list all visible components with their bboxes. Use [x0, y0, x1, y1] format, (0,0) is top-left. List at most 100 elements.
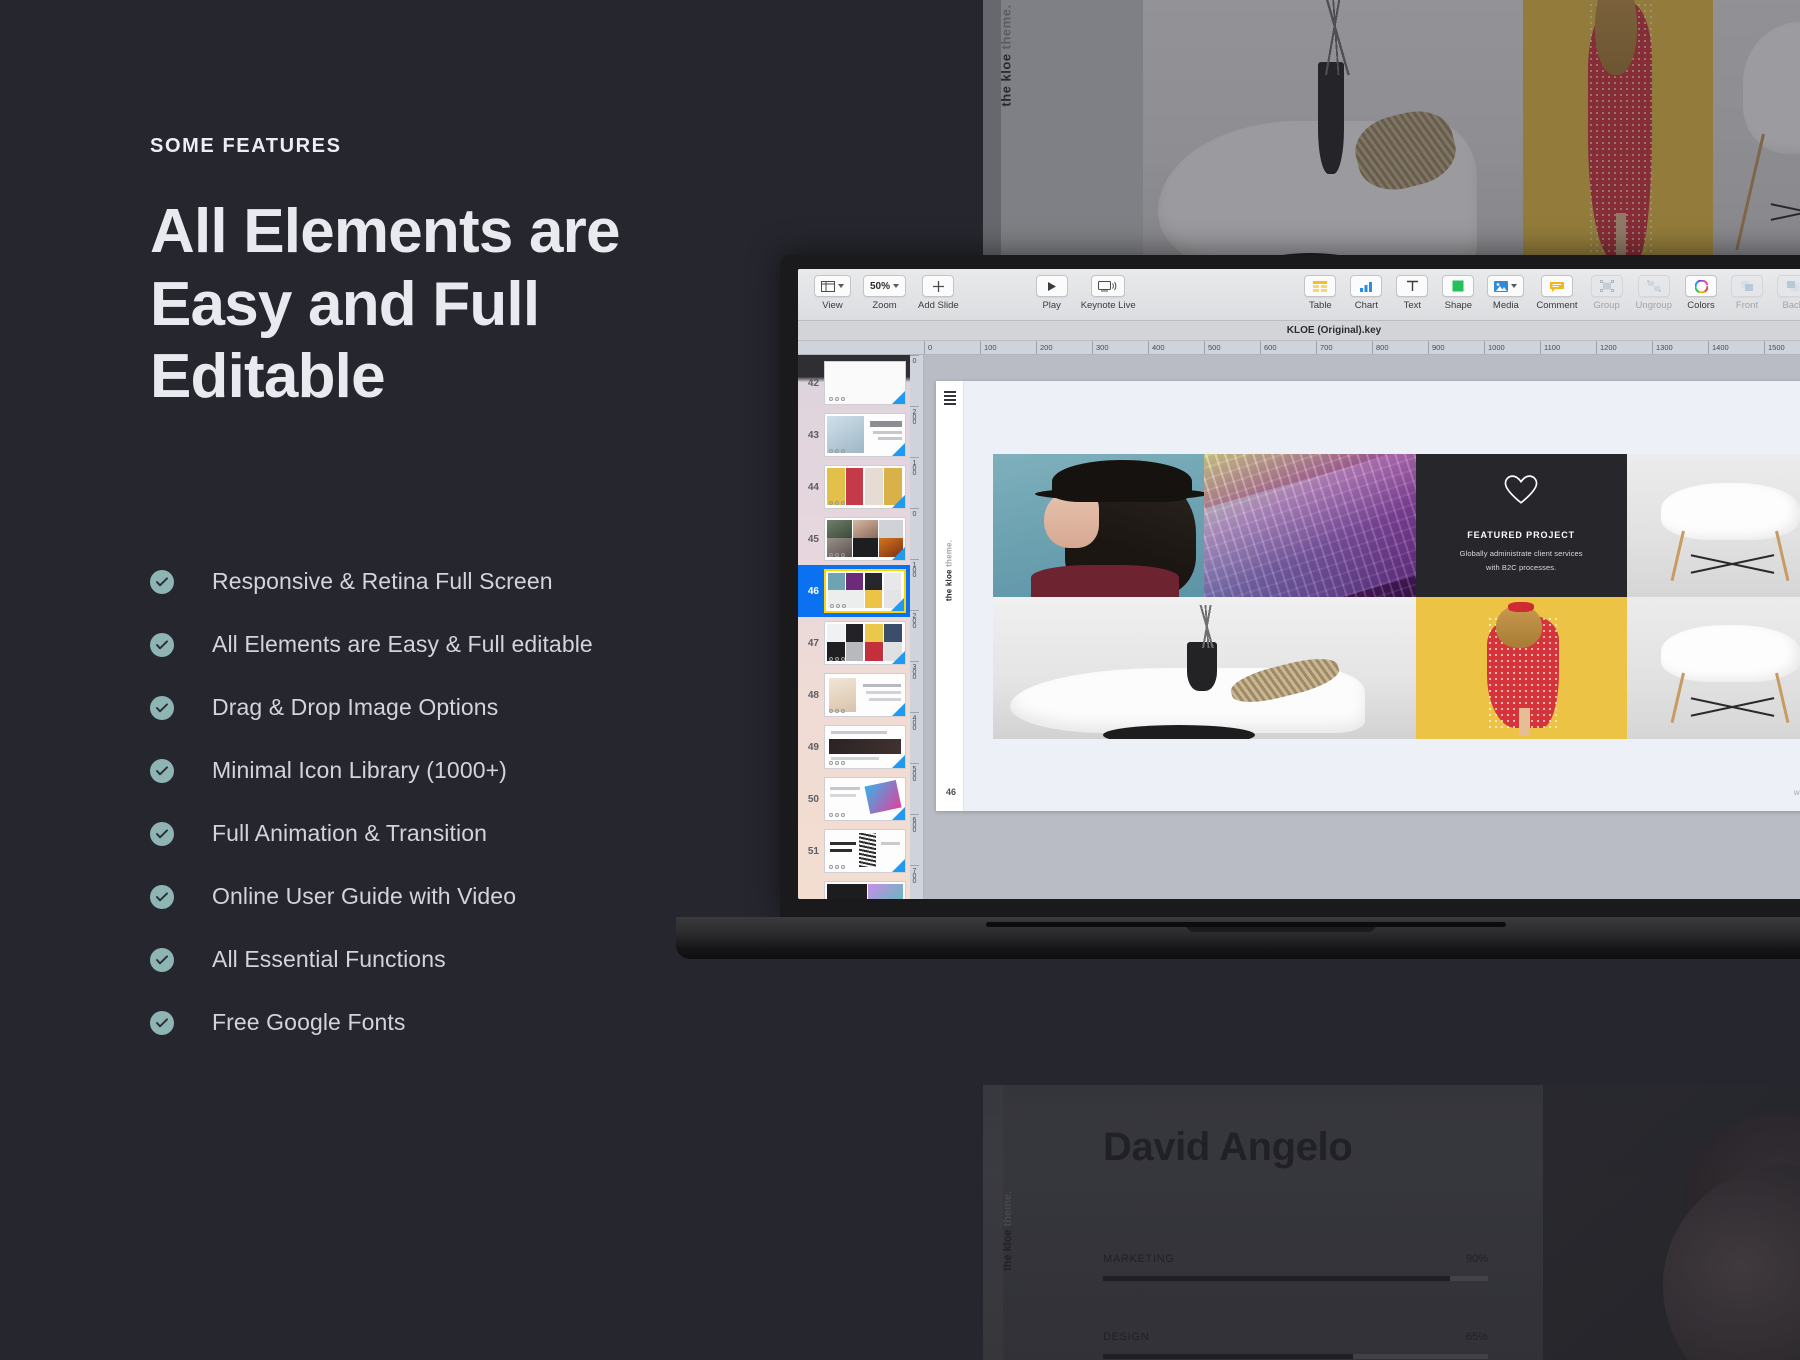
- navigator-slide-45[interactable]: 45: [798, 513, 910, 565]
- toolbar-table-button[interactable]: Table: [1297, 275, 1343, 311]
- keynote-toolbar: View 50% Zoom Add Slide Play Keynote Liv…: [798, 269, 1800, 321]
- laptop-screen: View 50% Zoom Add Slide Play Keynote Liv…: [780, 255, 1800, 917]
- navigator-thumbnail[interactable]: [824, 829, 906, 873]
- skill-label: MARKETING: [1103, 1253, 1175, 1265]
- keynote-body: 4243444546474849505152535455 02001000100…: [798, 355, 1800, 899]
- toolbar-keynote-live-button[interactable]: Keynote Live: [1075, 275, 1142, 311]
- navigator-slide-47[interactable]: 47: [798, 617, 910, 669]
- toolbar-chart-button[interactable]: Chart: [1343, 275, 1389, 311]
- ruler-tick: 500: [910, 763, 919, 814]
- document-title: KLOE (Original).key: [1286, 325, 1382, 336]
- ruler-tick: 100: [980, 341, 1036, 354]
- bottom-slide-watermark: the kloe theme.: [1002, 1156, 1014, 1306]
- navigator-thumbnail[interactable]: [824, 881, 906, 899]
- toolbar-label: Zoom: [872, 300, 897, 311]
- ruler-tick: 300: [1092, 341, 1148, 354]
- navigator-slide-43[interactable]: 43: [798, 409, 910, 461]
- toolbar-label: Play: [1042, 300, 1061, 311]
- slide-canvas[interactable]: the kloe theme. 46 websitename: [924, 355, 1800, 899]
- photo-white-chair-2[interactable]: [1626, 596, 1800, 739]
- page-title: All Elements are Easy and Full Editable: [150, 197, 620, 412]
- photo-white-chair[interactable]: [1626, 454, 1800, 597]
- ruler-tick: 0: [910, 508, 919, 559]
- skill-marketing: MARKETING 90%: [1103, 1253, 1488, 1281]
- toolbar-comment-button[interactable]: Comment: [1530, 275, 1583, 311]
- navigator-slide-44[interactable]: 44: [798, 461, 910, 513]
- send-back-icon: [1787, 281, 1799, 291]
- navigator-slide-51[interactable]: 51: [798, 825, 910, 877]
- navigator-thumbnail[interactable]: [824, 777, 906, 821]
- navigator-thumbnail[interactable]: [824, 465, 906, 509]
- ruler-tick: 1400: [1708, 341, 1764, 354]
- navigator-slide-number: 45: [807, 533, 819, 545]
- navigator-thumbnail[interactable]: [824, 413, 906, 457]
- vertical-ruler[interactable]: 0200100010020030040050060070080090010001…: [910, 355, 924, 899]
- navigator-slide-50[interactable]: 50: [798, 773, 910, 825]
- toolbar-front-button[interactable]: Front: [1724, 275, 1770, 311]
- navigator-slide-49[interactable]: 49: [798, 721, 910, 773]
- watermark-light: theme.: [998, 4, 1014, 54]
- slide-navigator[interactable]: 4243444546474849505152535455: [798, 355, 910, 899]
- ruler-tick: 700: [1316, 341, 1372, 354]
- check-circle-icon: [150, 632, 174, 657]
- hamburger-icon: [944, 391, 956, 405]
- skill-label: DESIGN: [1103, 1331, 1150, 1343]
- photo-red-dress[interactable]: [1415, 596, 1627, 739]
- table-icon: [1313, 280, 1328, 292]
- toolbar-back-button[interactable]: Back: [1770, 275, 1800, 311]
- media-icon: [1494, 280, 1509, 292]
- ruler-tick: 600: [910, 814, 919, 865]
- skill-track: [1103, 1354, 1488, 1359]
- toolbar-media-button[interactable]: Media: [1481, 275, 1530, 311]
- navigator-slide-48[interactable]: 48: [798, 669, 910, 721]
- slide-watermark-light: theme.: [944, 539, 954, 570]
- shape-icon: [1452, 280, 1464, 292]
- feature-item: All Essential Functions: [150, 928, 810, 991]
- navigator-slide-52[interactable]: 52: [798, 877, 910, 899]
- slide-footer: websitename: [1794, 788, 1800, 797]
- toolbar-zoom-button[interactable]: 50% Zoom: [857, 275, 912, 311]
- photo-white-sofa[interactable]: [993, 596, 1416, 739]
- ruler-tick: 1000: [1484, 341, 1540, 354]
- toolbar-add-slide-button[interactable]: Add Slide: [912, 275, 965, 311]
- ruler-tick: 0: [910, 355, 919, 406]
- navigator-thumbnail[interactable]: [824, 621, 906, 665]
- toolbar-ungroup-button[interactable]: Ungroup: [1630, 275, 1678, 311]
- skill-track: [1103, 1276, 1488, 1281]
- navigator-thumbnail[interactable]: [824, 569, 906, 613]
- toolbar-view-button[interactable]: View: [808, 275, 857, 311]
- toolbar-text-button[interactable]: Text: [1389, 275, 1435, 311]
- slide-paper[interactable]: the kloe theme. 46 websitename: [936, 381, 1800, 811]
- ruler-tick: 500: [1204, 341, 1260, 354]
- toolbar-group-button[interactable]: Group: [1584, 275, 1630, 311]
- navigator-thumbnail[interactable]: [824, 725, 906, 769]
- ruler-tick: 700: [910, 865, 919, 899]
- navigator-slide-42[interactable]: 42: [798, 357, 910, 409]
- ruler-tick: 200: [910, 610, 919, 661]
- toolbar-play-button[interactable]: Play: [1029, 275, 1075, 311]
- toolbar-group-play: Play Keynote Live: [1029, 275, 1142, 311]
- featured-line-2: with B2C processes.: [1485, 563, 1557, 573]
- navigator-thumbnail[interactable]: [824, 361, 906, 405]
- slide-watermark: the kloe theme.: [945, 521, 954, 621]
- toolbar-colors-button[interactable]: Colors: [1678, 275, 1724, 311]
- keynote-live-icon: [1098, 281, 1117, 292]
- ruler-tick: 400: [1148, 341, 1204, 354]
- ruler-tick: 200: [910, 406, 919, 457]
- navigator-thumbnail[interactable]: [824, 517, 906, 561]
- toolbar-shape-button[interactable]: Shape: [1435, 275, 1481, 311]
- slide-number: 46: [946, 787, 957, 797]
- toolbar-label: Shape: [1444, 300, 1473, 311]
- horizontal-ruler[interactable]: 0 100 200 300 400 500 600 700 800 900 1000 1100 1200…: [798, 341, 1800, 355]
- photo-woman-hat[interactable]: [993, 454, 1205, 597]
- ruler-tick: 0: [924, 341, 980, 354]
- panel-featured-project[interactable]: FEATURED PROJECT Globally administrate c…: [1415, 454, 1627, 597]
- keynote-app-window: View 50% Zoom Add Slide Play Keynote Liv…: [798, 269, 1800, 899]
- ruler-tick: 100: [910, 559, 919, 610]
- navigator-slide-46[interactable]: 46: [798, 565, 910, 617]
- featured-title: FEATURED PROJECT: [1467, 530, 1575, 541]
- bottom-watermark-light: theme.: [1002, 1190, 1014, 1230]
- photo-building[interactable]: [1204, 454, 1416, 597]
- text-icon: [1406, 280, 1418, 291]
- navigator-thumbnail[interactable]: [824, 673, 906, 717]
